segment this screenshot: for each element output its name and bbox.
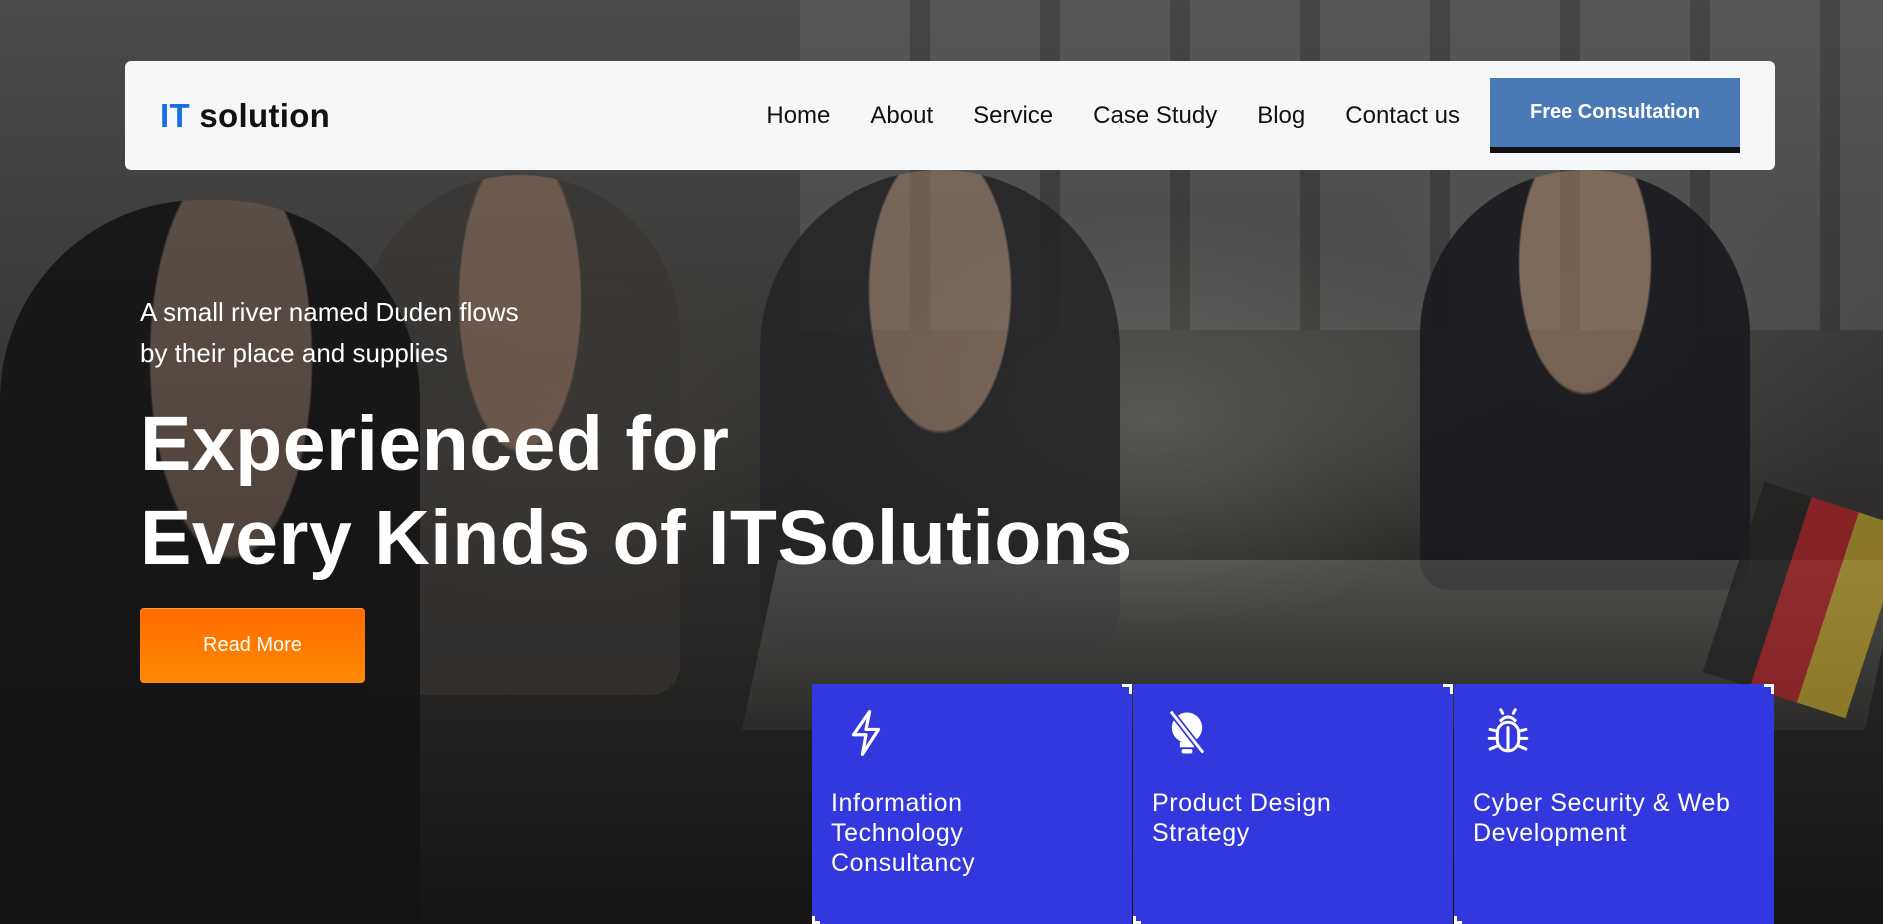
navbar: IT solution Home About Service Case Stud… [125,61,1775,170]
nav-link-about[interactable]: About [870,102,933,130]
logo-text: solution [189,96,331,134]
hero-title: Experienced for Every Kinds of ITSolutio… [140,397,1240,585]
bug-icon [1486,708,1530,758]
nav-links: Home About Service Case Study Blog Conta… [766,78,1740,153]
hero-subtitle-line: by their place and supplies [140,338,448,368]
service-card-label: Product Design Strategy [1152,789,1332,847]
card-corner-decoration [1133,916,1141,924]
hero-subtitle-line: A small river named Duden flows [140,297,519,327]
background-flag [1702,481,1883,719]
hero-section: IT solution Home About Service Case Stud… [0,0,1883,924]
hero-title-line: Experienced for [140,401,730,487]
hero-title-line: Every Kinds of ITSolutions [140,495,1133,581]
logo-accent: IT [160,96,190,134]
card-corner-decoration [1454,916,1462,924]
service-cards: Information Technology Consultancy Produ… [812,684,1774,924]
card-corner-decoration [1443,684,1453,694]
hero-subtitle: A small river named Duden flows by their… [140,292,660,374]
lightning-icon [844,708,888,758]
service-card[interactable]: Product Design Strategy [1133,684,1453,924]
lightbulb-off-icon [1165,708,1209,758]
nav-link-service[interactable]: Service [973,102,1053,130]
service-card-label: Information Technology Consultancy [831,789,976,877]
card-corner-decoration [1764,684,1774,694]
logo[interactable]: IT solution [160,97,330,135]
nav-link-home[interactable]: Home [766,102,830,130]
background-person [1420,170,1750,590]
nav-link-case-study[interactable]: Case Study [1093,102,1217,130]
read-more-button[interactable]: Read More [140,608,365,683]
free-consultation-button[interactable]: Free Consultation [1490,78,1740,153]
nav-link-contact[interactable]: Contact us [1345,102,1460,130]
card-corner-decoration [812,916,820,924]
service-card[interactable]: Information Technology Consultancy [812,684,1132,924]
card-corner-decoration [1122,684,1132,694]
nav-link-blog[interactable]: Blog [1257,102,1305,130]
service-card-label: Cyber Security & Web Development [1473,789,1731,847]
service-card[interactable]: Cyber Security & Web Development [1454,684,1774,924]
